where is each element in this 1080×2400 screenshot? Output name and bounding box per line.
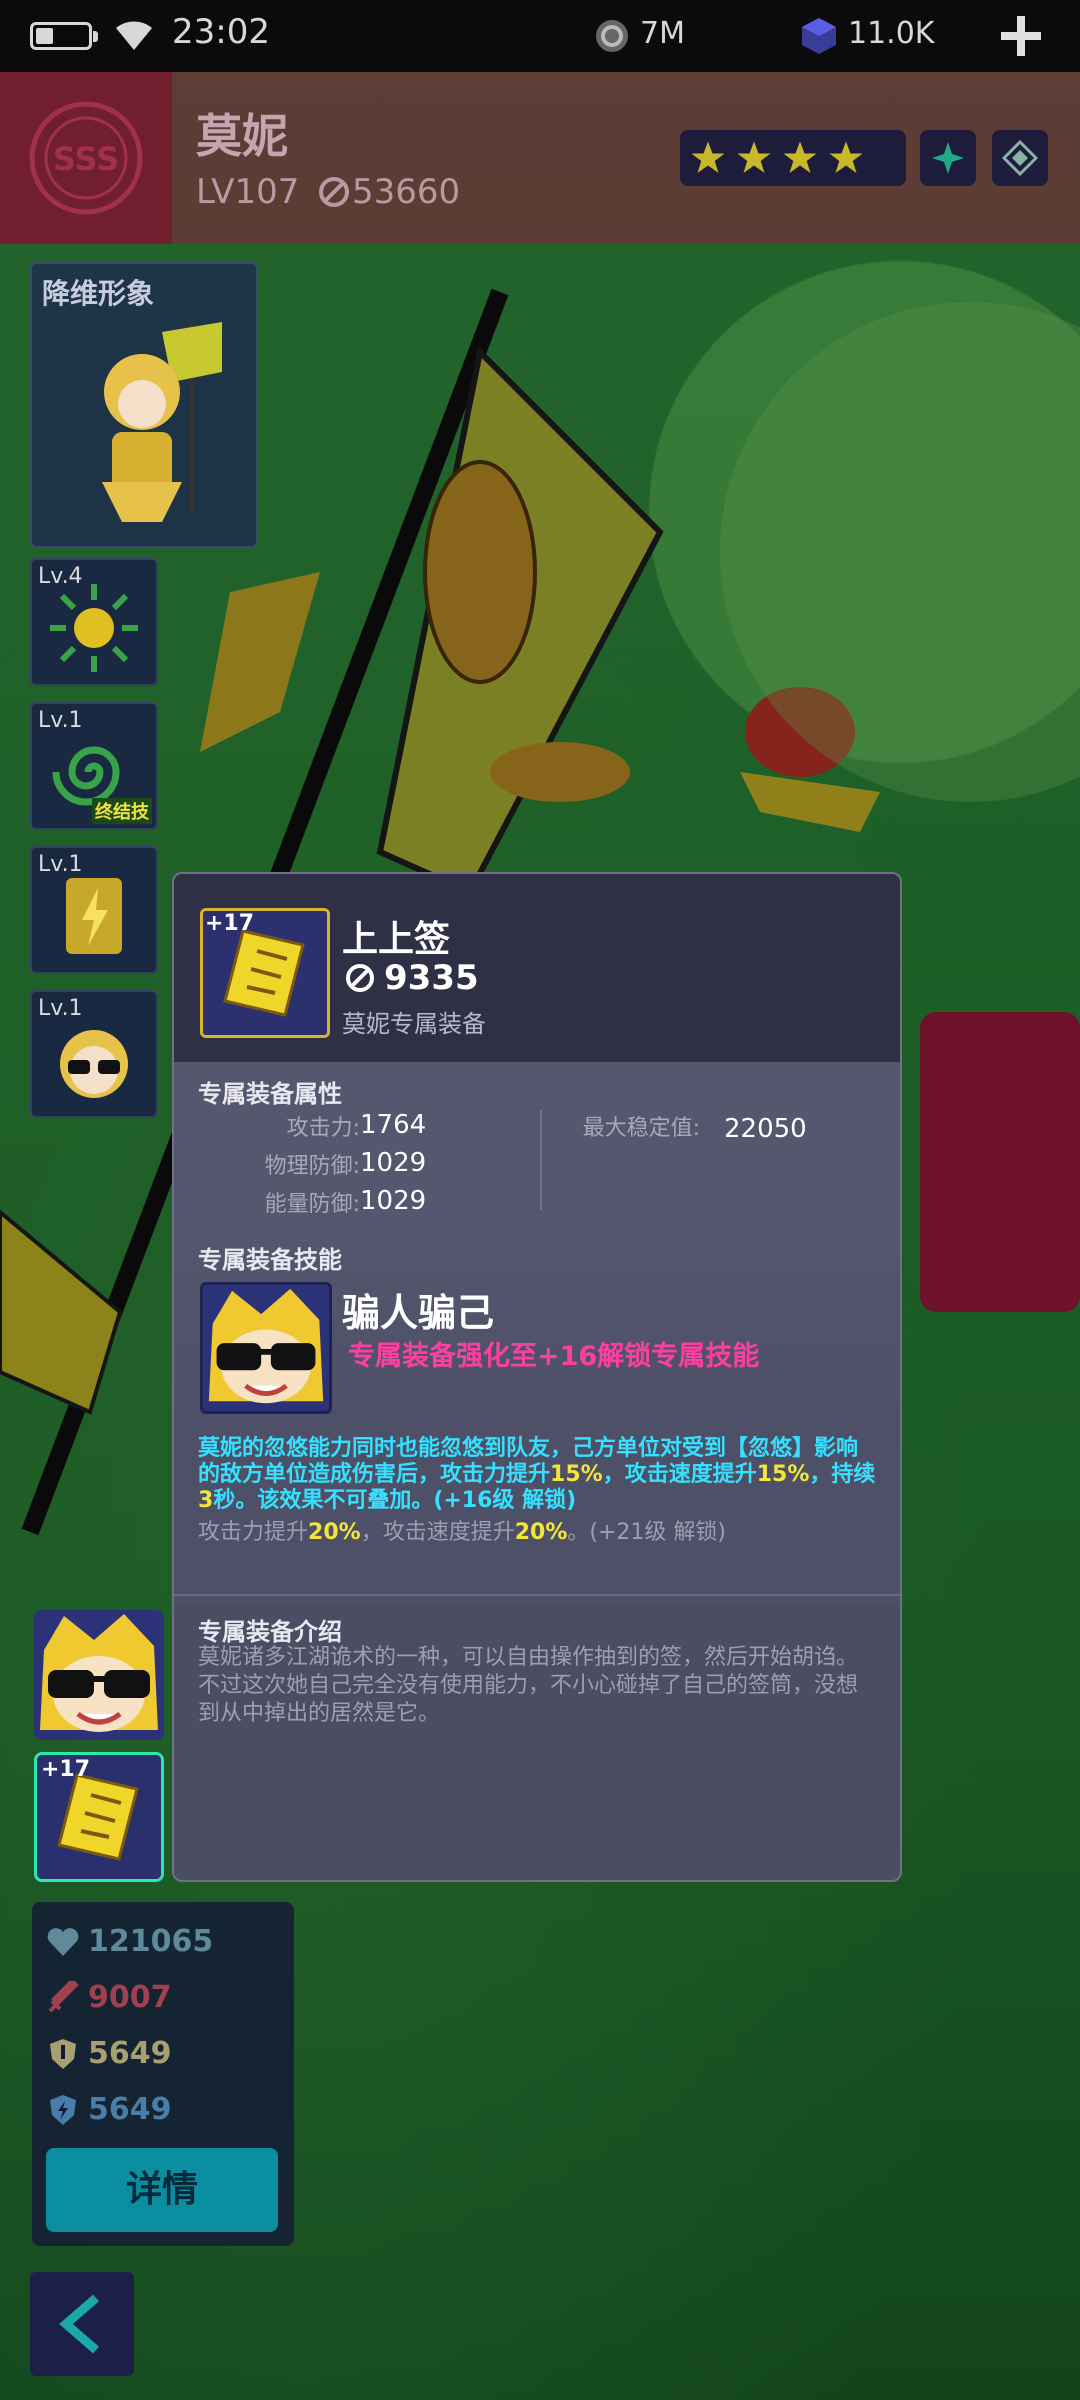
equip-intro-text: 莫妮诸多江湖诡术的一种，可以自由操作抽到的签，然后开始胡诌。不过这次她自己完全没… — [198, 1645, 859, 1726]
stat-energy-def-value: 5649 — [88, 2092, 172, 2127]
sun-burst-icon — [50, 584, 138, 672]
hero-stats-panel: 121065 9007 5649 5649 详情 — [32, 1902, 294, 2246]
max-stable-value: 22050 — [724, 1114, 807, 1144]
skill-upgrade-description: 攻击力提升20%，攻击速度提升20%。(+21级 解锁) — [198, 1520, 878, 1546]
equip-plus-level: +17 — [41, 1757, 91, 1782]
attr-label: 物理防御: — [264, 1154, 360, 1179]
sunglasses-face-icon — [34, 1610, 164, 1740]
skill-level: Lv.1 — [38, 852, 83, 877]
desc-highlight: 20% — [514, 1520, 568, 1545]
skill-slot-3[interactable]: Lv.1 — [30, 846, 158, 974]
skill-slot-1[interactable]: Lv.4 — [30, 558, 158, 686]
power-icon — [319, 177, 349, 207]
desc-text: ，攻击速度提升 — [360, 1520, 515, 1545]
hero-stars — [680, 130, 906, 186]
attr-divider — [540, 1110, 542, 1210]
star-icon — [783, 141, 817, 173]
attr-value: 1029 — [360, 1148, 427, 1178]
hero-rank-emblem: SSS — [0, 72, 172, 244]
svg-text:SSS: SSS — [53, 140, 119, 178]
equip-power: 9335 — [384, 958, 479, 998]
lightning-star-icon — [932, 142, 964, 174]
popup-equip-plus: +17 — [205, 911, 255, 936]
shield-icon — [50, 2038, 76, 2069]
attr-label: 攻击力: — [286, 1116, 360, 1141]
stat-attack: 9007 — [46, 1980, 172, 2015]
desc-highlight: 15% — [756, 1462, 810, 1487]
equip-name: 上上签 — [342, 919, 451, 960]
attr-value: 1764 — [360, 1110, 427, 1140]
sunglasses-face-icon — [60, 1030, 128, 1098]
attributes-title: 专属装备属性 — [198, 1080, 342, 1108]
coin-icon — [596, 20, 628, 52]
hero-power: 53660 — [352, 172, 461, 212]
hero-name: 莫妮 — [196, 109, 288, 163]
skill-description: 莫妮的忽悠能力同时也能忽悠到队友，己方单位对受到【忽悠】影响的敌方单位造成伤害后… — [198, 1436, 878, 1514]
energy-shield-icon — [50, 2094, 76, 2125]
skill-level: Lv.1 — [38, 708, 83, 733]
star-icon — [691, 141, 725, 173]
stat-phys-def-value: 5649 — [88, 2036, 172, 2071]
chevron-left-icon — [59, 2294, 99, 2354]
attr-value: 1029 — [360, 1186, 427, 1216]
skill-unlock-hint: 专属装备强化至+16解锁专属技能 — [348, 1341, 760, 1372]
star-icon — [829, 141, 863, 173]
details-button[interactable]: 详情 — [46, 2148, 278, 2232]
desc-highlight: 3 — [198, 1488, 214, 1513]
sss-rank-icon: SSS — [29, 101, 143, 215]
desc-text: ，持续 — [809, 1462, 876, 1487]
exclusive-equip-popup[interactable]: +17 上上签 9335 莫妮专属装备 专属装备属性 攻击力: 1764 物理防… — [172, 872, 902, 1882]
lightning-card-icon — [66, 878, 122, 954]
skill-level: Lv.4 — [38, 564, 83, 589]
intro-title: 专属装备介绍 — [198, 1618, 342, 1646]
chibi-portrait-card[interactable]: 降维形象 — [30, 262, 258, 548]
status-bar: 23:02 7M 11.0K — [0, 0, 1080, 72]
skill-slot-4[interactable]: Lv.1 — [30, 990, 158, 1118]
star-icon — [737, 141, 771, 173]
skill-level: Lv.1 — [38, 996, 83, 1021]
element-button[interactable] — [920, 130, 976, 186]
diamond-class-icon — [1002, 140, 1038, 176]
desc-text: ，攻击速度提升 — [602, 1462, 757, 1487]
stat-hp-value: 121065 — [88, 1924, 214, 1959]
exclusive-skill-name: 骗人骗己 — [342, 1291, 495, 1335]
coin-count: 7M — [640, 16, 685, 51]
stat-hp: 121065 — [46, 1924, 213, 1959]
back-button[interactable] — [30, 2272, 134, 2376]
gem-count: 11.0K — [848, 16, 935, 51]
portrait-label: 降维形象 — [42, 277, 155, 310]
power-icon — [346, 964, 374, 992]
attr-label: 能量防御: — [264, 1192, 360, 1217]
wifi-icon — [116, 21, 152, 50]
equip-subtitle: 莫妮专属装备 — [342, 1010, 486, 1038]
hero-level: LV107 — [196, 172, 300, 212]
battery-icon — [30, 22, 98, 50]
ultimate-badge: 终结技 — [92, 798, 152, 824]
skill-slot-2[interactable]: Lv.1 终结技 — [30, 702, 158, 830]
heart-icon — [47, 1927, 79, 1956]
desc-highlight: 15% — [550, 1462, 603, 1487]
sword-icon — [48, 1980, 79, 2012]
add-currency-button[interactable] — [995, 10, 1047, 62]
status-time: 23:02 — [172, 12, 270, 52]
desc-text: 秒。该效果不可叠加。(+16级 解锁) — [213, 1488, 577, 1513]
stat-energy-def: 5649 — [46, 2092, 172, 2127]
desc-text: 攻击力提升 — [198, 1520, 309, 1545]
hero-header: SSS 莫妮 LV107 53660 — [0, 72, 1080, 244]
cube-gem-icon — [802, 18, 836, 54]
class-button[interactable] — [992, 130, 1048, 186]
stat-phys-def: 5649 — [46, 2036, 172, 2071]
exclusive-skill-icon — [200, 1282, 332, 1414]
desc-highlight: 20% — [308, 1520, 361, 1545]
hero-skill-slot[interactable] — [34, 1610, 164, 1740]
stat-attack-value: 9007 — [88, 1980, 172, 2015]
popup-equip-icon: +17 — [200, 908, 330, 1038]
skill-section-title: 专属装备技能 — [198, 1246, 342, 1274]
chibi-hero-art — [102, 322, 222, 522]
desc-text: 。(+21级 解锁) — [567, 1520, 726, 1545]
sunglasses-face-icon — [203, 1285, 329, 1411]
exclusive-equip-slot[interactable]: +17 — [34, 1752, 164, 1882]
max-stable-label: 最大稳定值: — [582, 1116, 700, 1141]
section-divider — [174, 1594, 900, 1596]
